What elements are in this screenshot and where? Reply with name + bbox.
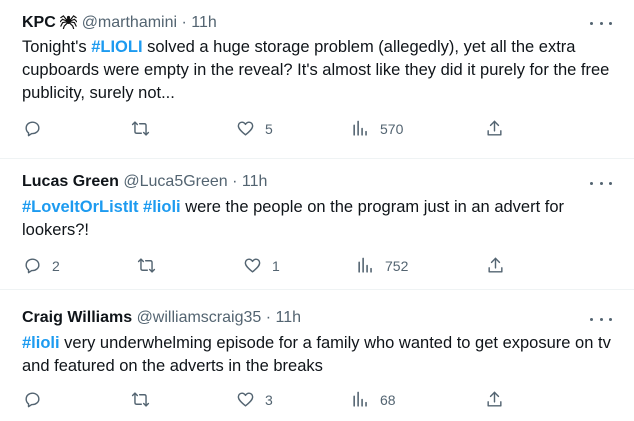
- tweet-header: Lucas Green @Luca5Green · 11h: [22, 173, 267, 191]
- author-name[interactable]: Craig Williams: [22, 309, 132, 326]
- like-icon: [244, 258, 261, 273]
- tweet[interactable]: Craig Williams @williamscraig35 · 11h #l…: [0, 290, 634, 421]
- view-count: 570: [380, 120, 404, 137]
- author-handle[interactable]: @williamscraig35: [137, 309, 262, 326]
- reply-button[interactable]: [23, 390, 52, 409]
- tweet-actions: 3 68: [0, 390, 634, 414]
- like-button[interactable]: 1: [243, 256, 280, 275]
- like-count: 1: [272, 257, 280, 274]
- tweet-time[interactable]: · 11h: [182, 14, 217, 31]
- hashtag-link[interactable]: #LIOLI: [91, 38, 142, 56]
- share-button[interactable]: [486, 256, 505, 275]
- retweet-icon: [131, 121, 150, 136]
- like-count: 5: [265, 120, 273, 137]
- retweet-button[interactable]: [137, 256, 166, 275]
- share-button[interactable]: [485, 390, 504, 409]
- more-icon[interactable]: [590, 13, 612, 33]
- view-count: 68: [380, 391, 396, 408]
- hashtag-link[interactable]: #LoveItOrListIt: [22, 198, 138, 216]
- view-count: 752: [385, 257, 409, 274]
- reply-icon: [25, 258, 40, 274]
- reply-icon: [25, 121, 40, 137]
- author-handle[interactable]: @marthamini: [82, 14, 177, 31]
- tweet-text: #lioli very underwhelming episode for a …: [22, 332, 612, 378]
- like-icon: [237, 392, 254, 407]
- share-icon: [487, 391, 502, 407]
- text-segment: Tonight's: [22, 38, 92, 56]
- views-button[interactable]: 570: [351, 119, 403, 138]
- tweet-actions: 2 1 752: [0, 256, 634, 280]
- more-icon[interactable]: [590, 173, 612, 193]
- tweet-text: #LoveItOrListIt #lioli were the people o…: [22, 196, 612, 242]
- views-icon: [358, 257, 372, 273]
- like-button[interactable]: 3: [236, 390, 273, 409]
- tweet-actions: 5 570: [0, 119, 634, 143]
- views-icon: [353, 120, 367, 136]
- share-icon: [488, 257, 503, 273]
- views-button[interactable]: 68: [351, 390, 396, 409]
- author-name[interactable]: Lucas Green: [22, 173, 119, 190]
- reply-button[interactable]: [23, 119, 52, 138]
- tweet-time[interactable]: · 11h: [266, 309, 301, 326]
- retweet-icon: [131, 392, 150, 407]
- views-button[interactable]: 752: [356, 256, 408, 275]
- more-icon[interactable]: [590, 309, 612, 329]
- share-button[interactable]: [485, 119, 504, 138]
- tweet-header: Craig Williams @williamscraig35 · 11h: [22, 309, 301, 327]
- reply-icon: [25, 392, 40, 408]
- retweet-button[interactable]: [131, 119, 160, 138]
- text-segment: very underwhelming episode for a family …: [22, 334, 611, 375]
- tweet[interactable]: Lucas Green @Luca5Green · 11h #LoveItOrL…: [0, 159, 634, 289]
- reply-count: 2: [52, 257, 60, 274]
- retweet-icon: [137, 258, 156, 273]
- views-icon: [353, 391, 367, 407]
- author-name[interactable]: KPC: [22, 14, 56, 31]
- reply-button[interactable]: 2: [23, 256, 60, 275]
- tweet-text: Tonight's #LIOLI solved a huge storage p…: [22, 36, 612, 105]
- author-handle[interactable]: @Luca5Green: [123, 173, 227, 190]
- hashtag-link[interactable]: #lioli: [22, 334, 60, 352]
- tweet-time[interactable]: · 11h: [232, 173, 267, 190]
- tweet[interactable]: KPC @marthamini · 11h Tonight's #LIOLI s…: [0, 0, 634, 158]
- retweet-button[interactable]: [131, 390, 160, 409]
- like-icon: [237, 121, 254, 136]
- like-button[interactable]: 5: [236, 119, 273, 138]
- spider-emoji-icon: [60, 15, 78, 29]
- share-icon: [487, 120, 502, 136]
- like-count: 3: [265, 391, 273, 408]
- tweet-header: KPC @marthamini · 11h: [22, 13, 217, 32]
- hashtag-link[interactable]: #lioli: [143, 198, 181, 216]
